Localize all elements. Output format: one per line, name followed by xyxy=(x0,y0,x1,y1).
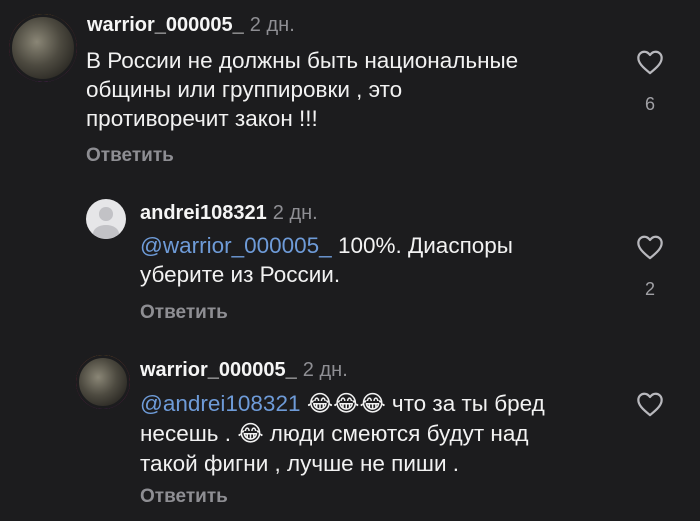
timestamp: 2 дн. xyxy=(272,202,318,224)
comment-line: такой фигни , лучше не пиши . xyxy=(140,451,460,476)
comment-meta: warrior_000005_ 2 дн. xyxy=(87,14,295,37)
comment-text-segment: 100%. Диаспоры xyxy=(331,233,513,258)
timestamp: 2 дн. xyxy=(249,14,295,36)
reply-button[interactable]: Ответить xyxy=(140,302,228,324)
comment-line: @warrior_000005_ 100%. Диаспоры xyxy=(140,231,513,260)
comment-text: В России не должны быть национальные общ… xyxy=(86,46,518,133)
reply-button[interactable]: Ответить xyxy=(140,486,228,508)
comment-line: противоречит закон !!! xyxy=(86,106,318,131)
mention-link[interactable]: @warrior_000005_ xyxy=(140,233,332,258)
like-count: 6 xyxy=(644,94,655,114)
mention-link[interactable]: @andrei108321 xyxy=(140,391,300,416)
avatar-image xyxy=(9,14,77,82)
heart-outline-icon[interactable] xyxy=(636,234,664,260)
heart-outline-icon[interactable] xyxy=(636,391,664,417)
comment-line: уберите из России. xyxy=(140,262,341,287)
comment-thread: { "comments": [ { "username": "warrior_0… xyxy=(0,0,700,521)
comment-meta: warrior_000005_ 2 дн. xyxy=(140,359,348,382)
timestamp: 2 дн. xyxy=(302,359,348,381)
like-count: 2 xyxy=(644,279,655,299)
default-avatar-body xyxy=(92,224,120,239)
comment-text-segment: несешь . xyxy=(140,421,238,446)
avatar-image xyxy=(76,355,130,409)
laughing-emoji: 😂 xyxy=(237,421,264,447)
comment-line: общины или группировки , это xyxy=(86,77,403,102)
comment-line: @andrei108321 😂😂😂 что за ты бред xyxy=(140,389,545,419)
comment-line: несешь . 😂 люди смеются будут над xyxy=(140,419,545,449)
comment-meta: andrei108321 2 дн. xyxy=(140,202,318,225)
heart-outline-icon[interactable] xyxy=(636,49,664,75)
username[interactable]: andrei108321 xyxy=(140,202,267,224)
avatar[interactable] xyxy=(86,199,126,239)
comment-text-segment: что за ты бред xyxy=(385,391,545,416)
username[interactable]: warrior_000005_ xyxy=(140,359,297,381)
laughing-emoji: 😂😂😂 xyxy=(306,391,386,417)
comment-text: @andrei108321 😂😂😂 что за ты бред несешь … xyxy=(140,389,545,478)
comment-text-segment: люди смеются будут над xyxy=(263,421,529,446)
username[interactable]: warrior_000005_ xyxy=(87,14,244,36)
avatar[interactable] xyxy=(76,355,130,409)
comment-line: В России не должны быть национальные xyxy=(86,48,519,73)
comment-text: @warrior_000005_ 100%. Диаспоры уберите … xyxy=(140,231,513,289)
reply-button[interactable]: Ответить xyxy=(86,145,174,167)
default-avatar-head xyxy=(99,207,113,221)
avatar[interactable] xyxy=(9,14,77,82)
